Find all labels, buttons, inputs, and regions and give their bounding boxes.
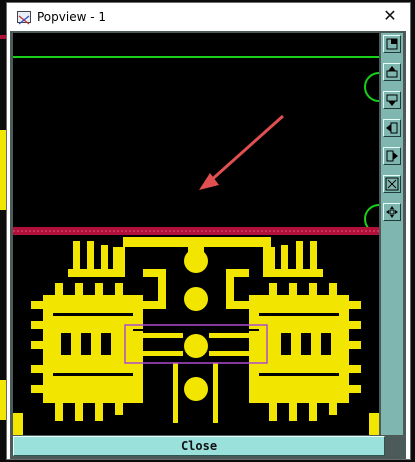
- pan-down-icon[interactable]: [383, 91, 401, 109]
- zoom-out-icon[interactable]: [383, 203, 401, 221]
- zoom-in-icon[interactable]: [383, 175, 401, 193]
- title-bar[interactable]: Popview - 1 ✕: [7, 3, 410, 31]
- popview-window: Popview - 1 ✕ Close: [6, 2, 411, 460]
- pan-up-icon[interactable]: [383, 63, 401, 81]
- pan-right-icon[interactable]: [383, 147, 401, 165]
- pcb-viewport[interactable]: [13, 33, 379, 435]
- zoom-window-icon[interactable]: [383, 35, 401, 53]
- app-icon: [17, 11, 31, 25]
- close-button[interactable]: Close: [13, 436, 385, 456]
- window-title: Popview - 1: [37, 10, 106, 24]
- pcb-view: [13, 33, 379, 435]
- close-window-icon[interactable]: ✕: [380, 7, 400, 27]
- pan-left-icon[interactable]: [383, 119, 401, 137]
- plane-band: [13, 227, 379, 235]
- view-toolbar: [381, 33, 403, 435]
